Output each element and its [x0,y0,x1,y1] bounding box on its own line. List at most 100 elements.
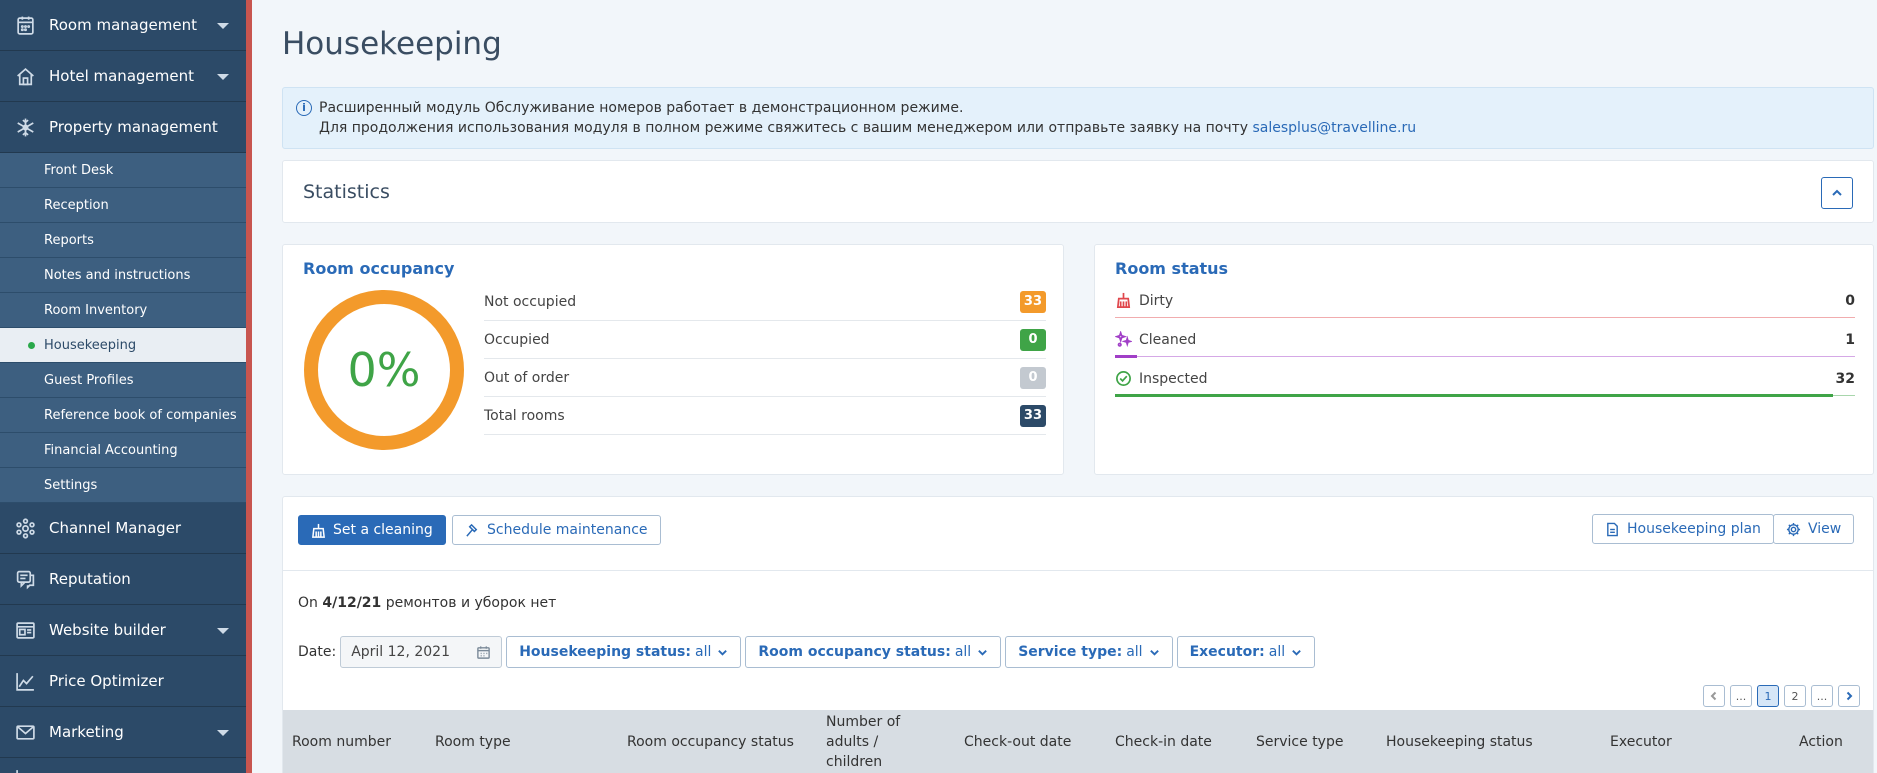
column-header-room-number[interactable]: Room number [292,710,391,773]
executor-filter[interactable]: Executor: all [1176,636,1316,668]
count-badge: 0 [1020,328,1046,351]
nav-label: Marketing [49,723,124,741]
status-row-dirty: Dirty 0 [1115,281,1855,320]
broom-icon [312,523,325,538]
filter-value: all [1126,644,1143,660]
column-header-check-out[interactable]: Check-out date [964,710,1071,773]
view-settings-button[interactable]: View [1773,514,1855,544]
sidebar-item-companies[interactable]: Reference book of companies [0,398,246,433]
sidebar-item-guest-profiles[interactable]: Guest Profiles [0,363,246,398]
sales-email-link[interactable]: salesplus@travelline.ru [1253,120,1417,136]
column-header-room-type[interactable]: Room type [435,710,511,773]
sidebar-item-label: Reports [44,232,94,248]
property-management-submenu: Front Desk Reception Reports Notes and i… [0,153,246,503]
housekeeping-list: Set a cleaning Schedule maintenance Hous… [282,496,1874,773]
chevron-up-icon [1832,189,1842,196]
count-badge: 0 [1020,366,1046,389]
set-cleaning-button[interactable]: Set a cleaning [298,515,446,545]
notice-line-1: Расширенный модуль Обслуживание номеров … [319,100,964,116]
occupancy-breakdown: Not occupied 33 Occupied 0 Out of order … [484,283,1046,435]
nav-label: Room management [49,16,197,34]
nav-price-optimizer[interactable]: Price Optimizer [0,656,246,707]
column-header-action: Action [1799,734,1843,750]
page-1-button[interactable]: 1 [1757,685,1779,707]
status-row-inspected: Inspected 32 [1115,359,1855,398]
schedule-maintenance-button[interactable]: Schedule maintenance [452,515,661,545]
sidebar: Room management Hotel management Propert… [0,0,246,773]
chart-line-icon [14,670,36,692]
status-track [1115,317,1855,318]
nav-label: Hotel management [49,67,194,85]
sidebar-item-notes[interactable]: Notes and instructions [0,258,246,293]
room-status-list: Dirty 0 Cleaned 1 Inspected 32 [1115,281,1855,398]
room-occupancy-card: Room occupancy 0% Not occupied 33 Occupi… [282,244,1064,475]
room-occupancy-title: Room occupancy [303,259,455,278]
nav-reputation[interactable]: Reputation [0,554,246,605]
hammer-icon [466,523,478,537]
sidebar-item-label: Settings [44,477,98,493]
check-circle-icon [1116,371,1131,386]
nav-room-management[interactable]: Room management [0,0,246,51]
service-type-filter[interactable]: Service type: all [1005,636,1173,668]
room-status-title: Room status [1115,259,1229,278]
nav-label: Property management [49,118,218,136]
calendar-icon [477,645,491,659]
nav-hotel-management[interactable]: Hotel management [0,51,246,102]
sparkle-icon [1115,331,1132,348]
button-label: Set a cleaning [333,522,433,538]
chevron-down-icon [217,74,229,80]
column-header-occupancy-status[interactable]: Room occupancy status [627,710,794,773]
housekeeping-plan-button[interactable]: Housekeeping plan [1592,514,1774,544]
summary-prefix: On [298,595,318,611]
notice-line-2: Для продолжения использования модуля в п… [319,118,1873,138]
filter-key: Executor: [1189,644,1265,660]
nav-marketing[interactable]: Marketing [0,707,246,758]
nav-more[interactable] [0,758,246,773]
occupancy-row-total-rooms: Total rooms 33 [484,397,1046,435]
housekeeping-status-filter[interactable]: Housekeeping status: all [506,636,742,668]
nav-channel-manager[interactable]: Channel Manager [0,503,246,554]
prev-page-button[interactable] [1703,685,1725,707]
toolbar: Set a cleaning Schedule maintenance Hous… [283,497,1873,571]
room-occupancy-status-filter[interactable]: Room occupancy status: all [745,636,1002,668]
sidebar-item-label: Reception [44,197,109,213]
count-badge: 33 [1019,290,1046,313]
sidebar-item-room-inventory[interactable]: Room Inventory [0,293,246,328]
sidebar-item-reception[interactable]: Reception [0,188,246,223]
collapse-statistics-button[interactable] [1821,177,1853,209]
filter-key: Service type: [1018,644,1123,660]
page-ellipsis[interactable]: ... [1811,685,1833,707]
filter-key: Room occupancy status: [758,644,951,660]
button-label: Schedule maintenance [487,522,648,538]
sidebar-item-reports[interactable]: Reports [0,223,246,258]
sidebar-item-front-desk[interactable]: Front Desk [0,153,246,188]
sidebar-item-financial-accounting[interactable]: Financial Accounting [0,433,246,468]
sidebar-item-settings[interactable]: Settings [0,468,246,503]
filter-bar: Date: April 12, 2021 Housekeeping status… [298,636,1319,668]
chevron-right-icon [1846,691,1853,701]
page-ellipsis[interactable]: ... [1730,685,1752,707]
nav-website-builder[interactable]: Website builder [0,605,246,656]
nav-label: Channel Manager [49,519,182,537]
nav-property-management[interactable]: Property management [0,102,246,153]
status-fill [1115,394,1833,397]
next-page-button[interactable] [1838,685,1860,707]
column-header-housekeeping-status[interactable]: Housekeeping status [1386,710,1533,773]
occupancy-row-not-occupied: Not occupied 33 [484,283,1046,321]
page-title: Housekeeping [282,26,502,62]
page-2-button[interactable]: 2 [1784,685,1806,707]
chevron-down-icon [1292,649,1301,656]
nav-label: Price Optimizer [49,672,164,690]
sidebar-item-housekeeping[interactable]: Housekeeping [0,328,246,363]
column-header-executor[interactable]: Executor [1610,710,1672,773]
main-content: Housekeeping i Расширенный модуль Обслуж… [282,0,1877,773]
column-header-check-in[interactable]: Check-in date [1115,710,1212,773]
pagination: ... 1 2 ... [1698,685,1860,707]
status-label-wrap: Inspected [1115,370,1207,387]
column-header-adults-children[interactable]: Number of adults / children [826,710,936,773]
column-header-service-type[interactable]: Service type [1256,710,1343,773]
sidebar-item-label: Reference book of companies [44,407,237,423]
date-picker-input[interactable]: April 12, 2021 [340,636,503,668]
date-label: Date: [298,644,337,660]
sidebar-item-label: Guest Profiles [44,372,134,388]
